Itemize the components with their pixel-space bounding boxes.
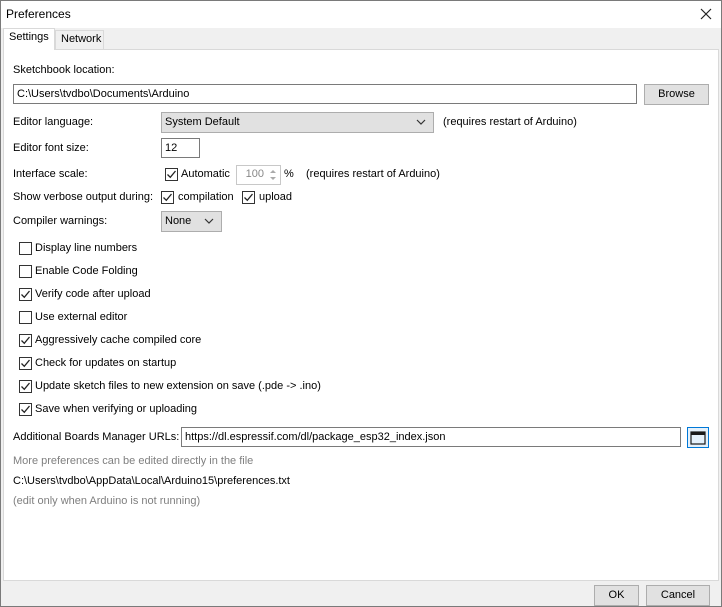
option-label: Check for updates on startup — [35, 357, 177, 369]
chevron-down-icon — [204, 218, 214, 224]
boards-manager-urls-label: Additional Boards Manager URLs: — [13, 431, 180, 443]
checkmark-icon — [244, 193, 254, 202]
verbose-output-label: Show verbose output during: — [13, 191, 154, 203]
tab-settings[interactable]: Settings — [3, 28, 55, 50]
editor-language-value: System Default — [165, 116, 240, 128]
display-line-numbers-checkbox[interactable] — [19, 242, 32, 255]
verbose-compilation-label: compilation — [178, 191, 234, 203]
chevron-down-icon — [416, 119, 426, 125]
interface-scale-value: 100 — [245, 168, 264, 180]
option-label: Aggressively cache compiled core — [35, 334, 202, 346]
title-bar: Preferences — [1, 1, 721, 28]
more-preferences-note: More preferences can be edited directly … — [13, 455, 254, 467]
preferences-dialog: Preferences Settings Network Sketchbook … — [0, 0, 722, 607]
verbose-upload-checkbox[interactable] — [242, 191, 255, 204]
checkmark-icon — [21, 336, 31, 345]
option-label: Verify code after upload — [35, 288, 151, 300]
ok-button[interactable]: OK — [594, 585, 639, 606]
checkmark-icon — [163, 193, 173, 202]
tab-network[interactable]: Network — [55, 30, 104, 49]
sketchbook-location-label: Sketchbook location: — [13, 64, 115, 76]
editor-language-note: (requires restart of Arduino) — [443, 116, 577, 128]
interface-scale-note: (requires restart of Arduino) — [306, 168, 440, 180]
close-icon — [700, 8, 712, 20]
checkmark-icon — [21, 382, 31, 391]
verbose-compilation-checkbox[interactable] — [161, 191, 174, 204]
option-label: Update sketch files to new extension on … — [35, 380, 321, 392]
option-label: Use external editor — [35, 311, 128, 323]
preferences-file-path: C:\Users\tvdbo\AppData\Local\Arduino15\p… — [13, 475, 290, 487]
spinner-arrows-icon[interactable] — [268, 168, 278, 182]
option-label: Enable Code Folding — [35, 265, 138, 277]
compiler-warnings-select[interactable]: None — [161, 211, 222, 232]
check-updates-checkbox[interactable] — [19, 357, 32, 370]
browse-button[interactable]: Browse — [644, 84, 709, 105]
interface-scale-automatic-label: Automatic — [181, 168, 230, 180]
editor-font-size-label: Editor font size: — [13, 142, 89, 154]
interface-scale-automatic-checkbox[interactable] — [165, 168, 178, 181]
checkmark-icon — [167, 170, 177, 179]
interface-scale-spinner[interactable]: 100 — [236, 165, 281, 185]
settings-panel: Sketchbook location: C:\Users\tvdbo\Docu… — [3, 49, 719, 581]
editor-font-size-field[interactable]: 12 — [161, 138, 200, 158]
verify-after-upload-checkbox[interactable] — [19, 288, 32, 301]
interface-scale-unit: % — [284, 168, 294, 180]
window-title: Preferences — [6, 7, 71, 21]
window-list-icon — [690, 431, 706, 445]
cache-compiled-core-checkbox[interactable] — [19, 334, 32, 347]
option-label: Display line numbers — [35, 242, 138, 254]
save-when-verifying-checkbox[interactable] — [19, 403, 32, 416]
boards-manager-urls-field[interactable]: https://dl.espressif.com/dl/package_esp3… — [181, 427, 681, 447]
close-button[interactable] — [697, 5, 715, 23]
button-bar: OK Cancel — [1, 581, 721, 607]
editor-language-label: Editor language: — [13, 116, 94, 128]
use-external-editor-checkbox[interactable] — [19, 311, 32, 324]
verbose-upload-label: upload — [259, 191, 293, 203]
sketchbook-location-field[interactable]: C:\Users\tvdbo\Documents\Arduino — [13, 84, 637, 104]
checkmark-icon — [21, 290, 31, 299]
edit-urls-button[interactable] — [687, 427, 709, 448]
checkmark-icon — [21, 359, 31, 368]
compiler-warnings-label: Compiler warnings: — [13, 215, 108, 227]
compiler-warnings-value: None — [165, 215, 192, 227]
update-sketch-extension-checkbox[interactable] — [19, 380, 32, 393]
option-label: Save when verifying or uploading — [35, 403, 198, 415]
enable-code-folding-checkbox[interactable] — [19, 265, 32, 278]
edit-only-note: (edit only when Arduino is not running) — [13, 495, 201, 507]
cancel-button[interactable]: Cancel — [646, 585, 710, 606]
interface-scale-label: Interface scale: — [13, 168, 88, 180]
checkmark-icon — [21, 405, 31, 414]
editor-language-select[interactable]: System Default — [161, 112, 434, 133]
